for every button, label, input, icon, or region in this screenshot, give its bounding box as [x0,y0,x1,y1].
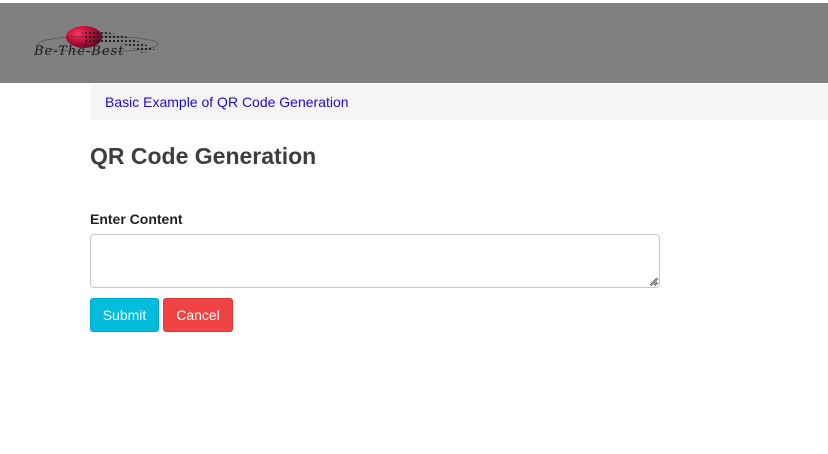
page: Be-The-Best Basic Example of QR Code Gen… [0,0,828,454]
content-textarea[interactable] [90,234,660,288]
site-header: Be-The-Best [0,3,828,83]
site-logo[interactable]: Be-The-Best [32,23,192,65]
cancel-button[interactable]: Cancel [163,298,233,332]
breadcrumb: Basic Example of QR Code Generation [90,84,828,120]
content-label: Enter Content [90,211,183,227]
submit-button[interactable]: Submit [90,298,159,332]
breadcrumb-link-qr-example[interactable]: Basic Example of QR Code Generation [105,94,349,110]
logo-text: Be-The-Best [34,44,125,59]
page-title: QR Code Generation [90,143,317,169]
